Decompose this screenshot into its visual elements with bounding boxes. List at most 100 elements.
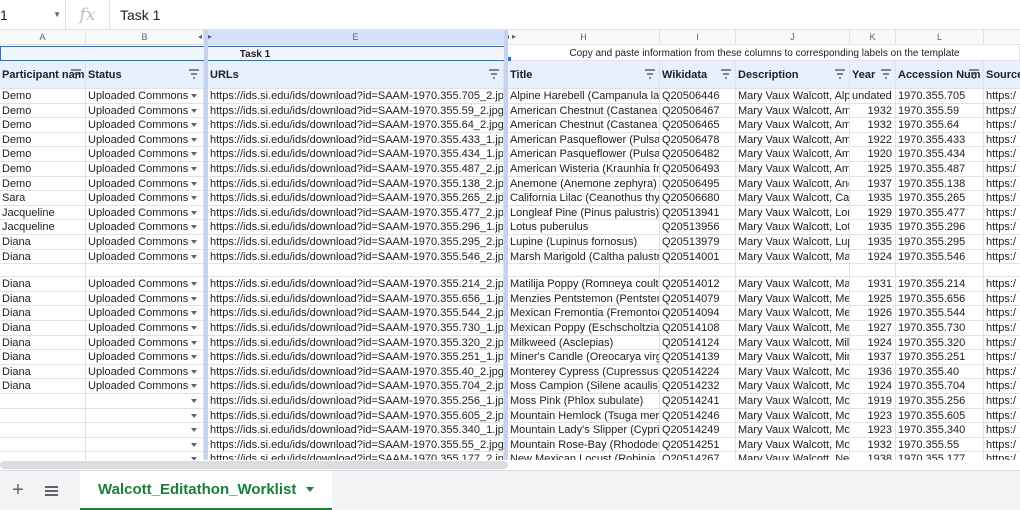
table-cell[interactable]: https:/ [984,191,1020,206]
filter-icon[interactable] [881,69,891,79]
table-cell[interactable]: Mary Vaux Walcott, Mex [736,306,850,321]
column-letter[interactable]: L [896,30,984,45]
table-cell[interactable]: 1970.355.705 [896,89,984,104]
table-cell[interactable]: undated [850,89,896,104]
horizontal-scrollbar[interactable] [0,461,508,469]
table-cell[interactable] [86,437,204,453]
table-cell[interactable] [0,452,86,460]
table-cell[interactable]: American Chestnut (Castanea de [508,103,660,119]
table-cell[interactable]: 1925 [850,291,896,307]
table-cell[interactable]: 1935 [850,220,896,235]
table-cell[interactable]: 1937 [850,176,896,192]
table-cell[interactable]: Uploaded Commons [86,379,204,394]
table-cell[interactable]: Mary Vaux Walcott, Ame [736,132,850,148]
table-cell[interactable]: https://ids.si.edu/ids/download?id=SAAM-… [208,364,504,380]
table-cell[interactable]: Diana [0,277,86,292]
table-cell[interactable]: 1923 [850,423,896,438]
table-cell[interactable]: 1935 [850,235,896,250]
table-cell[interactable]: Demo [0,89,86,104]
table-cell[interactable]: Uploaded Commons [86,118,204,133]
filter-icon[interactable] [189,69,199,79]
table-cell[interactable]: 1970.355.40 [896,364,984,380]
table-cell[interactable]: 1970.355.64 [896,118,984,133]
table-cell[interactable]: Uploaded Commons [86,335,204,351]
table-cell[interactable]: Diana [0,291,86,307]
table-cell[interactable]: Q20514224 [660,364,736,380]
copy-note-cell[interactable]: Copy and paste information from these co… [508,46,1020,61]
table-cell[interactable]: 1922 [850,132,896,148]
table-cell[interactable]: 1935 [850,191,896,206]
table-cell[interactable]: 1970.355.656 [896,291,984,307]
name-box[interactable]: 1 ▼ [0,0,66,30]
table-cell[interactable]: https://ids.si.edu/ids/download?id=SAAM-… [208,235,504,250]
table-cell[interactable]: Uploaded Commons [86,162,204,177]
table-cell[interactable]: Mountain Rose-Bay (Rhododendr [508,437,660,453]
table-cell[interactable]: Demo [0,147,86,162]
table-cell[interactable]: 1932 [850,118,896,133]
spreadsheet-grid[interactable]: ABEHIJKL◂▸◂▸Task 1Copy and paste informa… [0,30,1020,460]
table-cell[interactable] [86,423,204,438]
table-cell[interactable]: Mary Vaux Walcott, Ame [736,162,850,177]
table-cell[interactable]: Uploaded Commons [86,291,204,307]
table-cell[interactable]: 1970.355.433 [896,132,984,148]
table-cell[interactable] [0,437,86,453]
table-cell[interactable]: Q20506478 [660,132,736,148]
table-cell[interactable]: https:/ [984,365,1020,380]
table-cell[interactable]: Diana [0,335,86,351]
column-letter[interactable]: H [508,30,660,45]
table-cell[interactable]: https://ids.si.edu/ids/download?id=SAAM-… [208,452,504,460]
table-cell[interactable]: Anemone (Anemone zephyra) [508,176,660,192]
table-cell[interactable]: Mary Vaux Walcott, Lotu [736,220,850,235]
table-cell[interactable]: https://ids.si.edu/ids/download?id=SAAM-… [208,89,504,104]
table-cell[interactable]: Q20506482 [660,147,736,162]
table-cell[interactable]: https://ids.si.edu/ids/download?id=SAAM-… [208,335,504,351]
table-cell[interactable]: Diana [0,350,86,365]
table-cell[interactable]: https:/ [984,147,1020,162]
table-cell[interactable]: Uploaded Commons [86,364,204,380]
table-cell[interactable]: https:/ [984,321,1020,336]
table-cell[interactable]: Q20514251 [660,437,736,453]
table-cell[interactable]: https://ids.si.edu/ids/download?id=SAAM-… [208,147,504,162]
table-cell[interactable]: Q20506495 [660,176,736,192]
table-cell[interactable]: 1970.355.487 [896,162,984,177]
table-cell[interactable]: Uploaded Commons [86,220,204,235]
table-cell[interactable]: Uploaded Commons [86,249,204,265]
table-cell[interactable]: Diana [0,364,86,380]
table-cell[interactable]: Mary Vaux Walcott, Mon [736,364,850,380]
chevron-down-icon[interactable] [191,311,197,316]
table-cell[interactable]: 1924 [850,379,896,394]
table-cell[interactable]: Mary Vaux Walcott, Mar [736,249,850,265]
table-cell[interactable]: Moss Pink (Phlox subulate) [508,394,660,409]
table-cell[interactable]: Demo [0,176,86,192]
table-cell[interactable]: https://ids.si.edu/ids/download?id=SAAM-… [208,394,504,409]
table-cell[interactable]: https:/ [984,394,1020,409]
table-cell[interactable]: Longleaf Pine (Pinus palustris) [508,205,660,221]
table-cell[interactable] [660,264,736,278]
header-participant-name[interactable]: Participant name [0,61,86,89]
task-label-cell[interactable]: Task 1 [0,46,508,61]
table-cell[interactable]: https:/ [984,277,1020,292]
table-cell[interactable]: 1970.355.730 [896,321,984,336]
table-cell[interactable] [86,264,204,278]
table-cell[interactable]: Lupine (Lupinus fornosus) [508,235,660,250]
filter-icon[interactable] [969,69,979,79]
table-cell[interactable]: Diana [0,321,86,336]
table-cell[interactable]: Q20506467 [660,103,736,119]
table-cell[interactable]: https:/ [984,250,1020,265]
table-cell[interactable]: American Pasqueflower (Pulsatill [508,147,660,162]
chevron-down-icon[interactable] [191,240,197,244]
plus-icon[interactable]: + [0,479,36,502]
table-cell[interactable]: Uploaded Commons [86,350,204,365]
table-cell[interactable]: https://ids.si.edu/ids/download?id=SAAM-… [208,191,504,206]
table-cell[interactable] [86,394,204,409]
table-cell[interactable]: 1923 [850,408,896,424]
table-cell[interactable]: https://ids.si.edu/ids/download?id=SAAM-… [208,437,504,453]
table-cell[interactable]: Demo [0,162,86,177]
table-cell[interactable]: 1970.355.295 [896,235,984,250]
table-cell[interactable]: Lotus puberulus [508,220,660,235]
column-letter[interactable]: B [86,30,204,45]
table-cell[interactable]: Q20514079 [660,291,736,307]
header-description[interactable]: Description [736,61,850,89]
table-cell[interactable]: 1970.355.546 [896,249,984,265]
table-cell[interactable]: Uploaded Commons [86,205,204,221]
